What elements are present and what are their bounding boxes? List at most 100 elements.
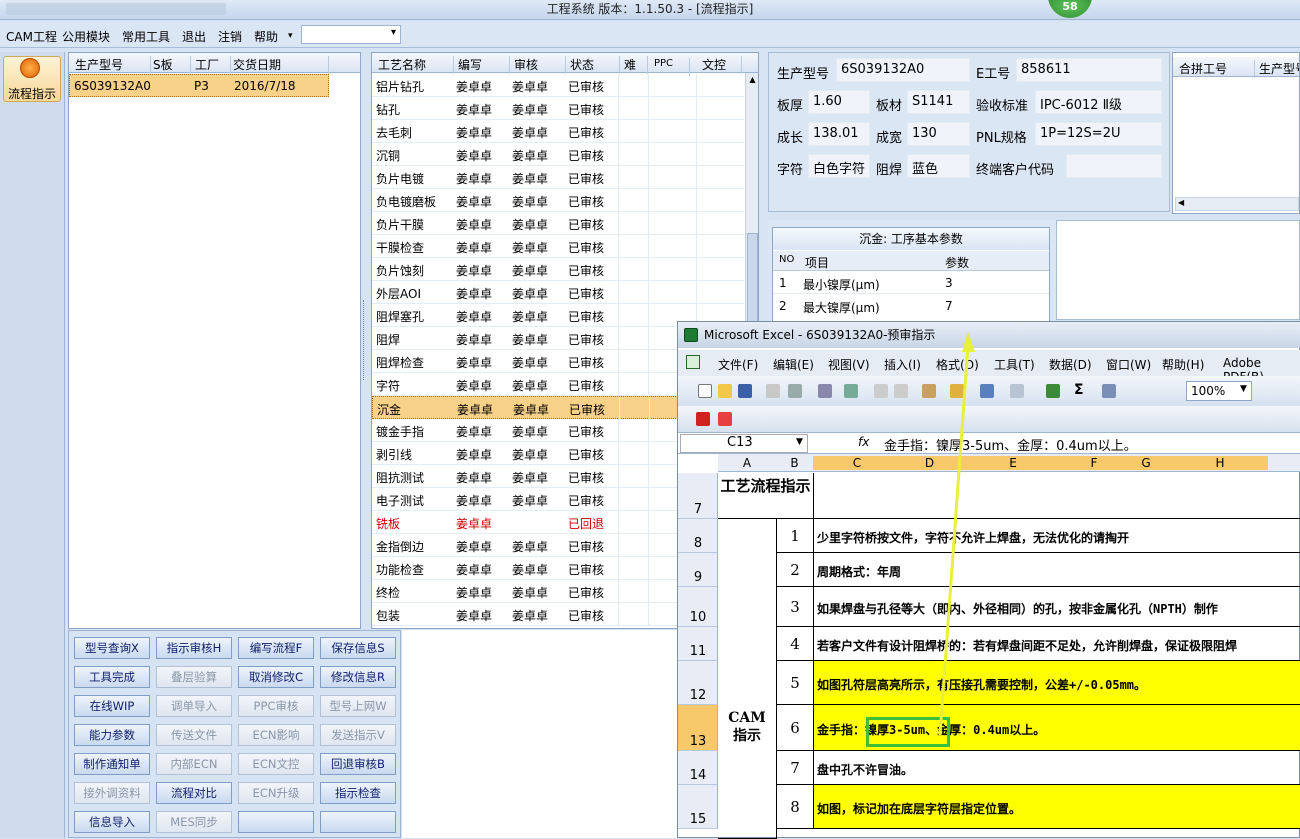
instruction-cell[interactable]: 金手指：镍厚3-5um、金厚：0.4um以上。	[814, 705, 1300, 751]
col-head-d[interactable]: D	[901, 456, 958, 470]
action-button[interactable]: 发送指示V	[320, 724, 396, 746]
table-row[interactable]: 2 最大镍厚(μm) 7	[773, 295, 1049, 317]
zoom-dropdown-icon[interactable]: ▼	[1240, 384, 1247, 394]
col-head-g[interactable]: G	[1120, 456, 1172, 470]
row-header[interactable]: 7	[678, 473, 718, 519]
excel-menu-view[interactable]: 视图(V)	[828, 356, 870, 373]
instruction-cell[interactable]	[814, 473, 1300, 519]
item-number[interactable]: 3	[777, 587, 814, 627]
action-button[interactable]: 工具完成	[74, 666, 150, 688]
formula-content[interactable]: 金手指：镍厚3-5um、金厚：0.4um以上。	[884, 435, 1137, 454]
item-number[interactable]: 5	[777, 661, 814, 705]
mask-field[interactable]: 蓝色	[907, 154, 970, 178]
col-merge-no[interactable]: 合拼工号	[1179, 60, 1255, 78]
scroll-up-icon[interactable]: ▲	[747, 75, 758, 87]
col-difficulty[interactable]: 难	[624, 56, 648, 74]
print-preview-icon[interactable]	[818, 384, 832, 398]
action-button[interactable]: 信息导入	[74, 811, 150, 833]
action-button[interactable]: 流程对比	[156, 782, 232, 804]
row-header[interactable]: 9	[678, 553, 718, 587]
table-row[interactable]: 负片干膜 姜卓卓 姜卓卓 已审核	[372, 212, 744, 235]
action-button[interactable]: 能力参数	[74, 724, 150, 746]
merge-hscrollbar[interactable]: ◀	[1175, 197, 1299, 211]
table-row[interactable]: 外层AOI 姜卓卓 姜卓卓 已审核	[372, 281, 744, 304]
sort-icon[interactable]	[1102, 384, 1116, 398]
table-row[interactable]: 负片电镀 姜卓卓 姜卓卓 已审核	[372, 166, 744, 189]
instruction-cell[interactable]: 盘中孔不许冒油。	[814, 751, 1300, 785]
row-header[interactable]: 10	[678, 587, 718, 627]
action-button[interactable]: 叠层验算	[156, 666, 232, 688]
col-head-a[interactable]: A	[718, 456, 776, 470]
row-header[interactable]: 14	[678, 751, 718, 785]
model-field[interactable]: 6S039132A0	[836, 58, 970, 82]
char-field[interactable]: 白色字符	[808, 154, 870, 178]
permission-icon[interactable]	[766, 384, 780, 398]
material-field[interactable]: S1141	[907, 90, 970, 114]
action-button[interactable]: ECN升级	[238, 782, 314, 804]
table-row[interactable]: 1 最小镍厚(μm) 3	[773, 272, 1049, 294]
paste-icon[interactable]	[922, 384, 936, 398]
excel-menu-tools[interactable]: 工具(T)	[994, 356, 1035, 373]
new-icon[interactable]	[698, 384, 712, 398]
action-button[interactable]: PPC审核	[238, 695, 314, 717]
sum-icon[interactable]: Σ	[1074, 382, 1084, 398]
save-icon[interactable]	[738, 384, 752, 398]
item-number[interactable]: 6	[777, 705, 814, 751]
col-status[interactable]: 状态	[570, 56, 620, 74]
cut-icon[interactable]	[874, 384, 888, 398]
col-reviewer[interactable]: 审核	[514, 56, 566, 74]
row-header[interactable]: 12	[678, 661, 718, 705]
col-head-c[interactable]: C	[813, 456, 901, 470]
menu-help[interactable]: 帮助	[254, 28, 278, 45]
length-field[interactable]: 138.01	[808, 122, 870, 146]
hyperlink-icon[interactable]	[1046, 384, 1060, 398]
action-button[interactable]: ECN影响	[238, 724, 314, 746]
row-header[interactable]: 11	[678, 627, 718, 661]
instruction-cell[interactable]: 少里字符桥按文件，字符不允许上焊盘，无法优化的请掏开	[814, 519, 1300, 553]
standard-field[interactable]: IPC-6012 Ⅱ级	[1035, 90, 1162, 114]
section-cam[interactable]: CAM指示	[718, 519, 777, 839]
action-button[interactable]: 修改信息R	[320, 666, 396, 688]
table-row[interactable]: 6S039132A0 P3 2016/7/18	[69, 74, 329, 97]
col-delivery[interactable]: 交货日期	[233, 56, 329, 74]
action-button[interactable]: 传送文件	[156, 724, 232, 746]
col-head-e[interactable]: E	[958, 456, 1068, 470]
excel-menu-edit[interactable]: 编辑(E)	[773, 356, 814, 373]
name-box[interactable]: C13	[680, 434, 808, 453]
instruction-cell[interactable]: 若客户文件有设计阻焊桥的：若有焊盘间距不足处，允许削焊盘，保证极限阻焊	[814, 627, 1300, 661]
section-process-flow[interactable]: 工艺流程指示	[718, 473, 814, 519]
menu-cam[interactable]: CAM工程	[6, 28, 57, 45]
menu-logout[interactable]: 注销	[218, 28, 242, 45]
table-row[interactable]: 沉铜 姜卓卓 姜卓卓 已审核	[372, 143, 744, 166]
eno-field[interactable]: 858611	[1016, 58, 1162, 82]
menu-exit[interactable]: 退出	[182, 28, 206, 45]
width-field[interactable]: 130	[907, 122, 970, 146]
menu-common[interactable]: 公用模块	[62, 28, 110, 45]
excel-doc-icon[interactable]	[686, 355, 700, 369]
col-process[interactable]: 工艺名称	[378, 56, 454, 74]
row-header[interactable]: 8	[678, 519, 718, 553]
customer-field[interactable]	[1066, 154, 1162, 178]
table-row[interactable]: 干膜检查 姜卓卓 姜卓卓 已审核	[372, 235, 744, 258]
action-button[interactable]: 编写流程F	[238, 637, 314, 659]
table-row[interactable]: 负片蚀刻 姜卓卓 姜卓卓 已审核	[372, 258, 744, 281]
format-painter-icon[interactable]	[950, 384, 964, 398]
spelling-icon[interactable]	[844, 384, 858, 398]
help-dropdown-icon[interactable]: ▾	[288, 31, 293, 41]
toolbar-combo[interactable]	[301, 25, 401, 44]
action-button[interactable]: 型号上网W	[320, 695, 396, 717]
item-number[interactable]: 2	[777, 553, 814, 587]
col-head-h[interactable]: H	[1172, 456, 1268, 470]
table-row[interactable]: 铝片钻孔 姜卓卓 姜卓卓 已审核	[372, 74, 744, 97]
table-row[interactable]: 负电镀磨板 姜卓卓 姜卓卓 已审核	[372, 189, 744, 212]
action-button[interactable]: MES同步	[156, 811, 232, 833]
action-button[interactable]	[320, 811, 396, 833]
action-button[interactable]: 指示审核H	[156, 637, 232, 659]
col-merge-model[interactable]: 生产型号	[1259, 60, 1299, 78]
instruction-cell[interactable]: 如果焊盘与孔径等大（即内、外径相同）的孔，按非金属化孔（NPTH）制作	[814, 587, 1300, 627]
col-model[interactable]: 生产型号	[75, 56, 151, 74]
action-button[interactable]: 回退审核B	[320, 753, 396, 775]
action-button[interactable]: 指示检查	[320, 782, 396, 804]
col-doc[interactable]: 文控	[702, 56, 742, 74]
col-factory[interactable]: 工厂	[195, 56, 231, 74]
